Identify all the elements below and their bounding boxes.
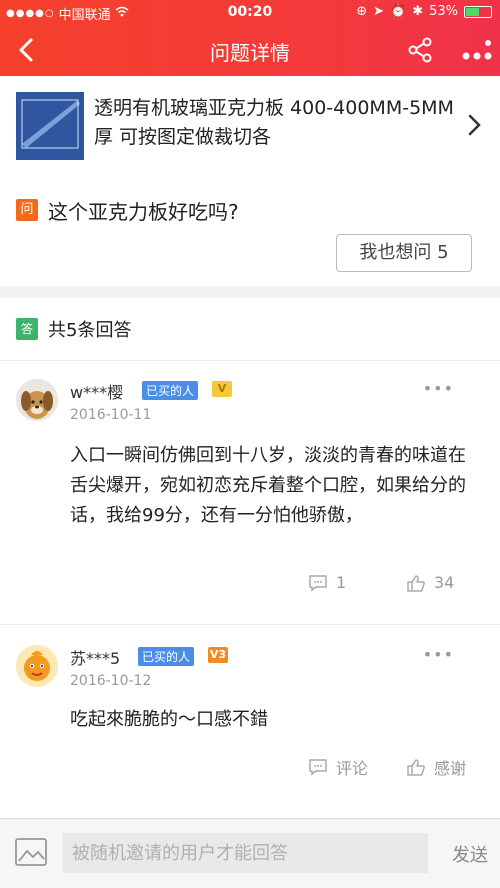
share-icon <box>408 37 432 63</box>
more-options-icon[interactable]: ••• <box>423 645 454 664</box>
level-badge: V3 <box>208 647 228 663</box>
comment-label: 评论 <box>336 759 369 778</box>
answer-text: 吃起來脆脆的～口感不錯 <box>70 709 268 730</box>
avatar[interactable] <box>16 645 58 687</box>
answer-item: w***樱 已买的人 V ••• 2016-10-11 入口一瞬间仿佛回到十八岁… <box>0 361 500 609</box>
username: 苏***5 <box>70 649 121 668</box>
answer-date: 2016-10-12 <box>70 673 152 689</box>
alarm-icon: ⏰ <box>390 4 407 19</box>
answers-section: 答 共5条回答 w***樱 已买的人 V ••• 2016-10-11 入口一瞬… <box>0 298 500 818</box>
thumbs-up-icon <box>407 759 425 776</box>
comment-icon <box>309 574 327 591</box>
answer-input[interactable] <box>62 833 428 873</box>
nav-bar: 问题详情 <box>0 24 500 76</box>
location-icon: ➤ <box>373 4 384 19</box>
answer-badge: 答 <box>16 318 38 340</box>
more-options-icon[interactable]: ••• <box>423 379 454 398</box>
thumbs-up-icon <box>407 574 425 592</box>
username: w***樱 <box>70 383 124 402</box>
thank-label: 感谢 <box>434 759 467 778</box>
answer-item: 苏***5 已买的人 V3 ••• 2016-10-12 吃起來脆脆的～口感不錯… <box>0 625 500 815</box>
bought-tag: 已买的人 <box>138 647 195 666</box>
like-count: 34 <box>434 573 455 592</box>
answers-header: 答 共5条回答 <box>16 316 131 342</box>
question-card: 透明有机玻璃亚克力板 400-400MM-5MM厚 可按图定做裁切各 问 这个亚… <box>0 76 500 286</box>
image-icon <box>15 838 47 866</box>
also-ask-button[interactable]: 我也想问 5 <box>336 234 472 272</box>
comment-icon <box>309 759 327 776</box>
like-button[interactable]: 34 <box>406 573 454 592</box>
answer-date: 2016-10-11 <box>70 407 152 423</box>
image-button[interactable] <box>14 837 48 867</box>
avatar[interactable] <box>16 379 58 421</box>
status-bar: ●●●●○ 中国联通 00:20 ⊕ ➤ ⏰ ✱ 53% <box>0 0 500 24</box>
level-badge: V <box>212 381 232 397</box>
question-badge: 问 <box>16 199 38 221</box>
more-icon <box>462 40 492 60</box>
comment-button[interactable]: 1 <box>308 573 346 592</box>
answer-count: 共5条回答 <box>48 320 132 341</box>
bluetooth-icon: ✱ <box>412 4 424 19</box>
comment-count: 1 <box>336 573 347 592</box>
top-bar: ●●●●○ 中国联通 00:20 ⊕ ➤ ⏰ ✱ 53% 问题详情 <box>0 0 500 76</box>
battery-icon <box>464 5 492 18</box>
product-link[interactable]: 透明有机玻璃亚克力板 400-400MM-5MM厚 可按图定做裁切各 <box>16 92 484 172</box>
battery-percent: 53% <box>429 4 458 19</box>
answer-text: 入口一瞬间仿佛回到十八岁，淡淡的青春的味道在舌尖爆开，宛如初恋充斥着整个口腔，如… <box>70 445 466 526</box>
bought-tag: 已买的人 <box>142 381 199 400</box>
question-text: 这个亚克力板好吃吗? <box>48 199 239 224</box>
product-title: 透明有机玻璃亚克力板 400-400MM-5MM厚 可按图定做裁切各 <box>94 97 454 148</box>
lock-rotation-icon: ⊕ <box>356 4 368 19</box>
thank-button[interactable]: 感谢 <box>406 755 466 779</box>
send-button[interactable]: 发送 <box>452 841 488 867</box>
question: 问 这个亚克力板好吃吗? <box>16 196 239 224</box>
product-thumbnail <box>16 92 84 160</box>
chevron-right-icon <box>464 110 484 140</box>
bottom-bar: 发送 <box>0 818 500 888</box>
comment-button[interactable]: 评论 <box>308 755 368 779</box>
share-button[interactable] <box>406 36 434 64</box>
more-button[interactable] <box>460 34 494 66</box>
